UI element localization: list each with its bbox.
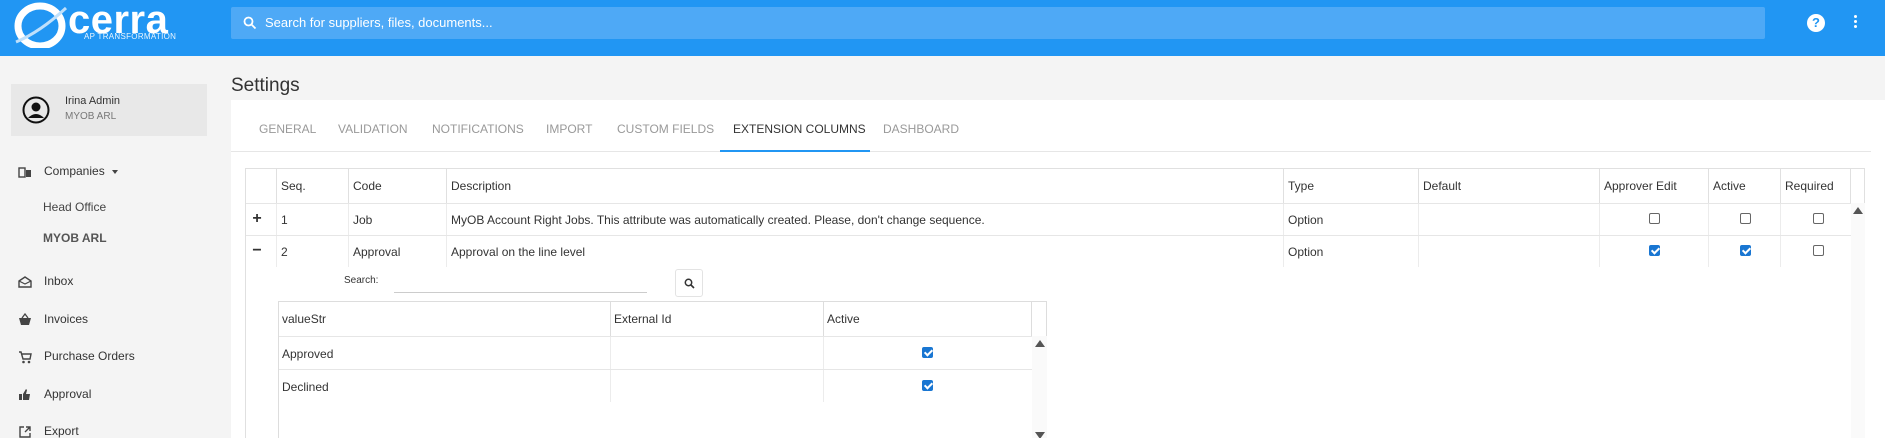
cell-seq: 2 xyxy=(277,236,349,267)
cell-default xyxy=(1419,236,1600,267)
sidebar-item-label: Export xyxy=(44,424,79,438)
active-checkbox[interactable] xyxy=(1740,245,1751,256)
column-header-approver-edit[interactable]: Approver Edit xyxy=(1600,169,1709,203)
cell-external-id xyxy=(611,370,824,402)
inbox-icon xyxy=(18,276,32,288)
search-icon xyxy=(684,278,695,289)
active-checkbox[interactable] xyxy=(1740,213,1751,224)
sidebar-item-label: Approval xyxy=(44,387,92,401)
search-input[interactable]: Search for suppliers, files, documents..… xyxy=(265,15,493,30)
active-tab-indicator xyxy=(720,150,870,152)
column-header-active[interactable]: Active xyxy=(1709,169,1781,203)
cell-code: Job xyxy=(349,204,447,235)
column-header-description[interactable]: Description xyxy=(447,169,1284,203)
tab-notifications[interactable]: NOTIFICATIONS xyxy=(432,122,524,136)
cell-code: Approval xyxy=(349,236,447,267)
cell-description: MyOB Account Right Jobs. This attribute … xyxy=(447,204,1284,235)
more-vertical-icon[interactable] xyxy=(1852,14,1858,32)
tab-import[interactable]: IMPORT xyxy=(546,122,592,136)
column-header-expander xyxy=(246,169,277,203)
sidebar-item-label: Purchase Orders xyxy=(44,349,135,363)
detail-grid-scrollbar[interactable] xyxy=(1032,336,1047,438)
export-icon xyxy=(19,426,31,438)
required-checkbox[interactable] xyxy=(1813,245,1824,256)
cell-description: Approval on the line level xyxy=(447,236,1284,267)
sidebar-item-label: Invoices xyxy=(44,312,89,326)
extension-columns-grid: Seq. Code Description Type Default Appro… xyxy=(245,168,1865,438)
tab-extension-columns[interactable]: EXTENSION COLUMNS xyxy=(733,122,866,136)
cell-valuestr: Approved xyxy=(279,337,611,369)
column-header-active[interactable]: Active xyxy=(824,302,1032,336)
scroll-down-icon[interactable] xyxy=(1035,432,1045,438)
cart-icon xyxy=(19,351,32,364)
chevron-down-icon xyxy=(112,170,118,174)
tab-general[interactable]: GENERAL xyxy=(259,122,316,136)
expand-row-button[interactable]: + xyxy=(250,210,264,228)
table-row[interactable]: + 1 Job MyOB Account Right Jobs. This at… xyxy=(246,203,1851,235)
basket-icon xyxy=(19,313,31,325)
sidebar-company-head-office[interactable]: Head Office xyxy=(43,200,106,214)
sidebar-company-myob-arl[interactable]: MYOB ARL xyxy=(43,231,107,245)
help-icon[interactable]: ? xyxy=(1807,14,1825,32)
tab-custom-fields[interactable]: CUSTOM FIELDS xyxy=(617,122,714,136)
row-detail-panel: Search: valueStr External Id Active Appr… xyxy=(246,267,1851,438)
required-checkbox[interactable] xyxy=(1813,213,1824,224)
tab-validation[interactable]: VALIDATION xyxy=(338,122,408,136)
avatar xyxy=(22,96,50,124)
table-row[interactable]: − 2 Approval Approval on the line level … xyxy=(246,235,1851,267)
user-card[interactable]: Irina Admin MYOB ARL xyxy=(11,84,207,136)
user-org: MYOB ARL xyxy=(65,111,117,122)
option-values-grid: valueStr External Id Active Approved Dec… xyxy=(278,301,1047,438)
column-header-required[interactable]: Required xyxy=(1781,169,1851,203)
column-header-default[interactable]: Default xyxy=(1419,169,1600,203)
cell-type: Option xyxy=(1284,236,1419,267)
cell-default xyxy=(1419,204,1600,235)
active-checkbox[interactable] xyxy=(922,347,933,358)
search-icon xyxy=(243,16,257,30)
detail-search-input[interactable] xyxy=(394,271,647,293)
cell-seq: 1 xyxy=(277,204,349,235)
table-row[interactable]: Declined xyxy=(279,369,1032,402)
cell-valuestr: Declined xyxy=(279,370,611,402)
approver-edit-checkbox[interactable] xyxy=(1649,245,1660,256)
thumbs-icon xyxy=(19,389,30,400)
collapse-row-button[interactable]: − xyxy=(250,242,264,260)
detail-search-button[interactable] xyxy=(675,269,703,297)
companies-icon xyxy=(18,167,31,178)
column-header-code[interactable]: Code xyxy=(349,169,447,203)
detail-search-label: Search: xyxy=(344,275,379,286)
approver-edit-checkbox[interactable] xyxy=(1649,213,1660,224)
tab-dashboard[interactable]: DASHBOARD xyxy=(883,122,959,136)
cell-type: Option xyxy=(1284,204,1419,235)
page-title: Settings xyxy=(231,75,300,96)
cell-external-id xyxy=(611,337,824,369)
top-bar: cerra AP TRANSFORMATION Search for suppl… xyxy=(0,0,1885,56)
scroll-up-icon[interactable] xyxy=(1035,340,1045,347)
user-name: Irina Admin xyxy=(65,95,121,107)
column-header-seq[interactable]: Seq. xyxy=(277,169,349,203)
logo-o-icon xyxy=(14,2,68,48)
scroll-up-icon[interactable] xyxy=(1853,207,1863,214)
table-row[interactable]: Approved xyxy=(279,336,1032,369)
column-header-valuestr[interactable]: valueStr xyxy=(279,302,611,336)
sidebar-item-label: Inbox xyxy=(44,274,74,288)
active-checkbox[interactable] xyxy=(922,380,933,391)
brand-logo[interactable]: cerra AP TRANSFORMATION xyxy=(10,0,180,52)
settings-tabs: GENERAL VALIDATION NOTIFICATIONS IMPORT … xyxy=(231,100,1871,152)
column-header-type[interactable]: Type xyxy=(1284,169,1419,203)
column-header-external-id[interactable]: External Id xyxy=(611,302,824,336)
global-search[interactable]: Search for suppliers, files, documents..… xyxy=(231,7,1765,39)
settings-panel: GENERAL VALIDATION NOTIFICATIONS IMPORT … xyxy=(231,100,1885,438)
sidebar-item-label: Companies xyxy=(44,164,105,178)
brand-tagline: AP TRANSFORMATION xyxy=(84,32,177,41)
grid-scrollbar[interactable] xyxy=(1851,203,1865,438)
